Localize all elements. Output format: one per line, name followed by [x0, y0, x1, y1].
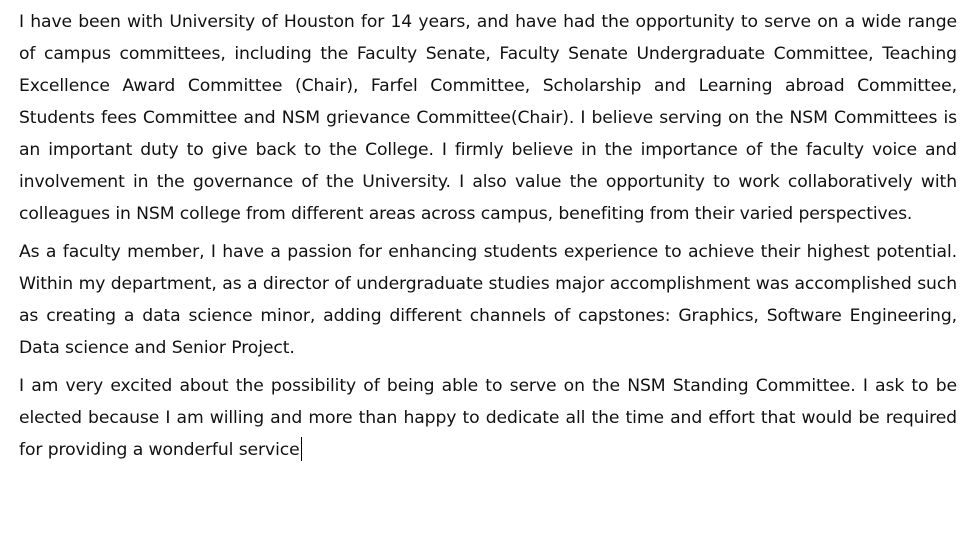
paragraph-election-text: I am very excited about the possibility …	[19, 376, 957, 460]
text-cursor	[300, 437, 302, 461]
paragraph-faculty-member: As a faculty member, I have a passion fo…	[19, 242, 957, 358]
document-body[interactable]: I have been with University of Houston f…	[19, 6, 957, 466]
paragraph-committees: I have been with University of Houston f…	[19, 12, 957, 224]
paragraph-election: I am very excited about the possibility …	[19, 370, 957, 466]
